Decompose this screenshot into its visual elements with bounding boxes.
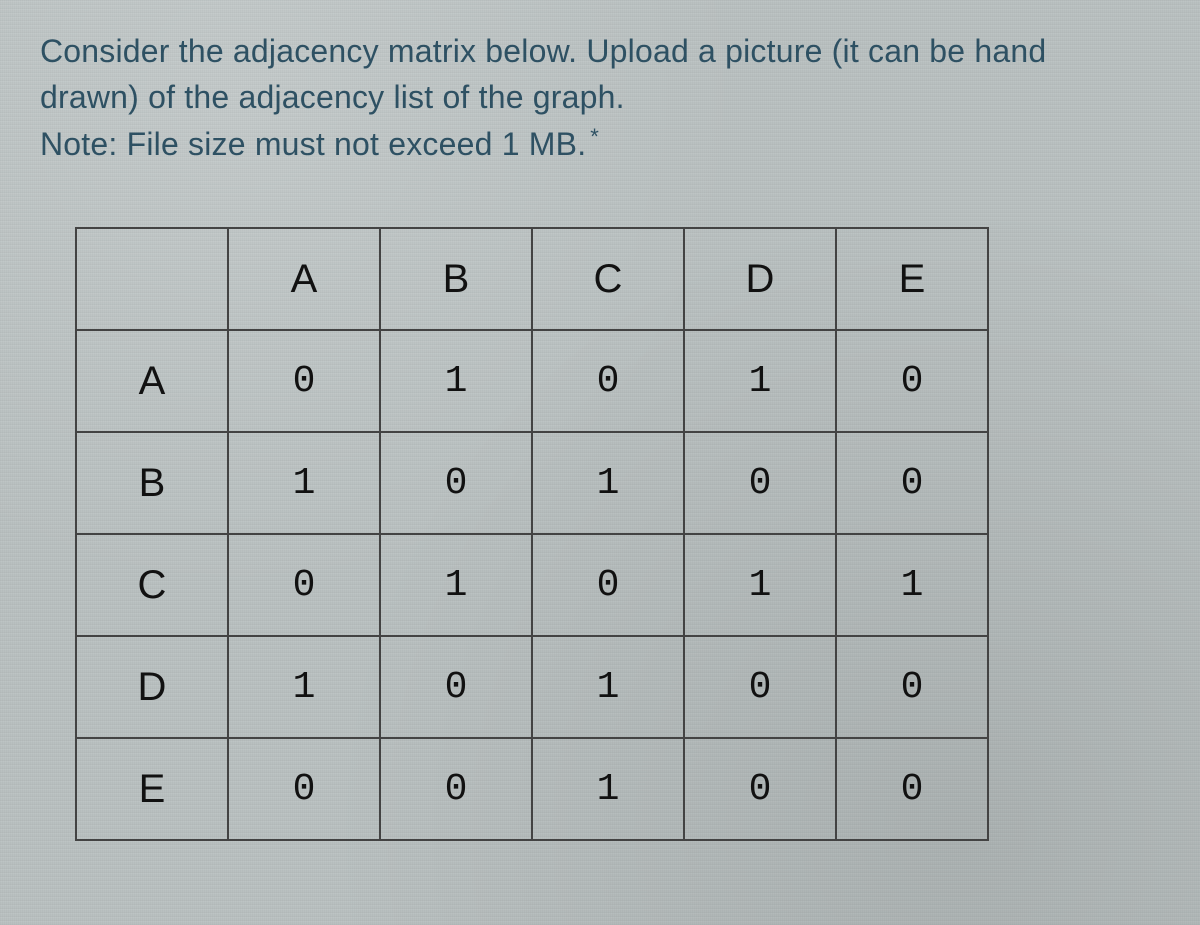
matrix-cell: 0 <box>228 738 380 840</box>
col-header: E <box>836 228 988 330</box>
row-header: E <box>76 738 228 840</box>
row-header: A <box>76 330 228 432</box>
matrix-cell: 0 <box>836 330 988 432</box>
table-row: A 0 1 0 1 0 <box>76 330 988 432</box>
table-row: D 1 0 1 0 0 <box>76 636 988 738</box>
matrix-cell: 1 <box>532 738 684 840</box>
col-header: B <box>380 228 532 330</box>
question-container: Consider the adjacency matrix below. Upl… <box>0 0 1200 881</box>
row-header: B <box>76 432 228 534</box>
matrix-cell: 1 <box>532 636 684 738</box>
matrix-cell: 0 <box>228 330 380 432</box>
matrix-cell: 1 <box>836 534 988 636</box>
matrix-cell: 0 <box>380 432 532 534</box>
matrix-cell: 0 <box>380 636 532 738</box>
matrix-cell: 0 <box>836 738 988 840</box>
table-header-row: A B C D E <box>76 228 988 330</box>
matrix-cell: 1 <box>532 432 684 534</box>
table-row: C 0 1 0 1 1 <box>76 534 988 636</box>
matrix-cell: 0 <box>836 432 988 534</box>
question-line-2: drawn) of the adjacency list of the grap… <box>40 79 625 115</box>
matrix-cell: 0 <box>684 738 836 840</box>
table-row: E 0 0 1 0 0 <box>76 738 988 840</box>
col-header: C <box>532 228 684 330</box>
matrix-cell: 1 <box>380 534 532 636</box>
row-header: D <box>76 636 228 738</box>
question-line-3: Note: File size must not exceed 1 MB. <box>40 126 586 162</box>
matrix-cell: 1 <box>684 330 836 432</box>
corner-cell <box>76 228 228 330</box>
adjacency-matrix-table: A B C D E A 0 1 0 1 0 B 1 0 1 0 0 C 0 1 … <box>75 227 989 841</box>
matrix-cell: 0 <box>836 636 988 738</box>
matrix-cell: 0 <box>228 534 380 636</box>
row-header: C <box>76 534 228 636</box>
col-header: A <box>228 228 380 330</box>
question-line-1: Consider the adjacency matrix below. Upl… <box>40 33 1046 69</box>
matrix-cell: 0 <box>532 534 684 636</box>
matrix-cell: 0 <box>684 432 836 534</box>
matrix-cell: 1 <box>228 636 380 738</box>
matrix-cell: 0 <box>380 738 532 840</box>
matrix-cell: 0 <box>684 636 836 738</box>
col-header: D <box>684 228 836 330</box>
question-text: Consider the adjacency matrix below. Upl… <box>40 28 1160 167</box>
table-row: B 1 0 1 0 0 <box>76 432 988 534</box>
matrix-cell: 0 <box>532 330 684 432</box>
matrix-cell: 1 <box>228 432 380 534</box>
matrix-cell: 1 <box>684 534 836 636</box>
matrix-cell: 1 <box>380 330 532 432</box>
required-asterisk-icon: * <box>590 124 599 149</box>
